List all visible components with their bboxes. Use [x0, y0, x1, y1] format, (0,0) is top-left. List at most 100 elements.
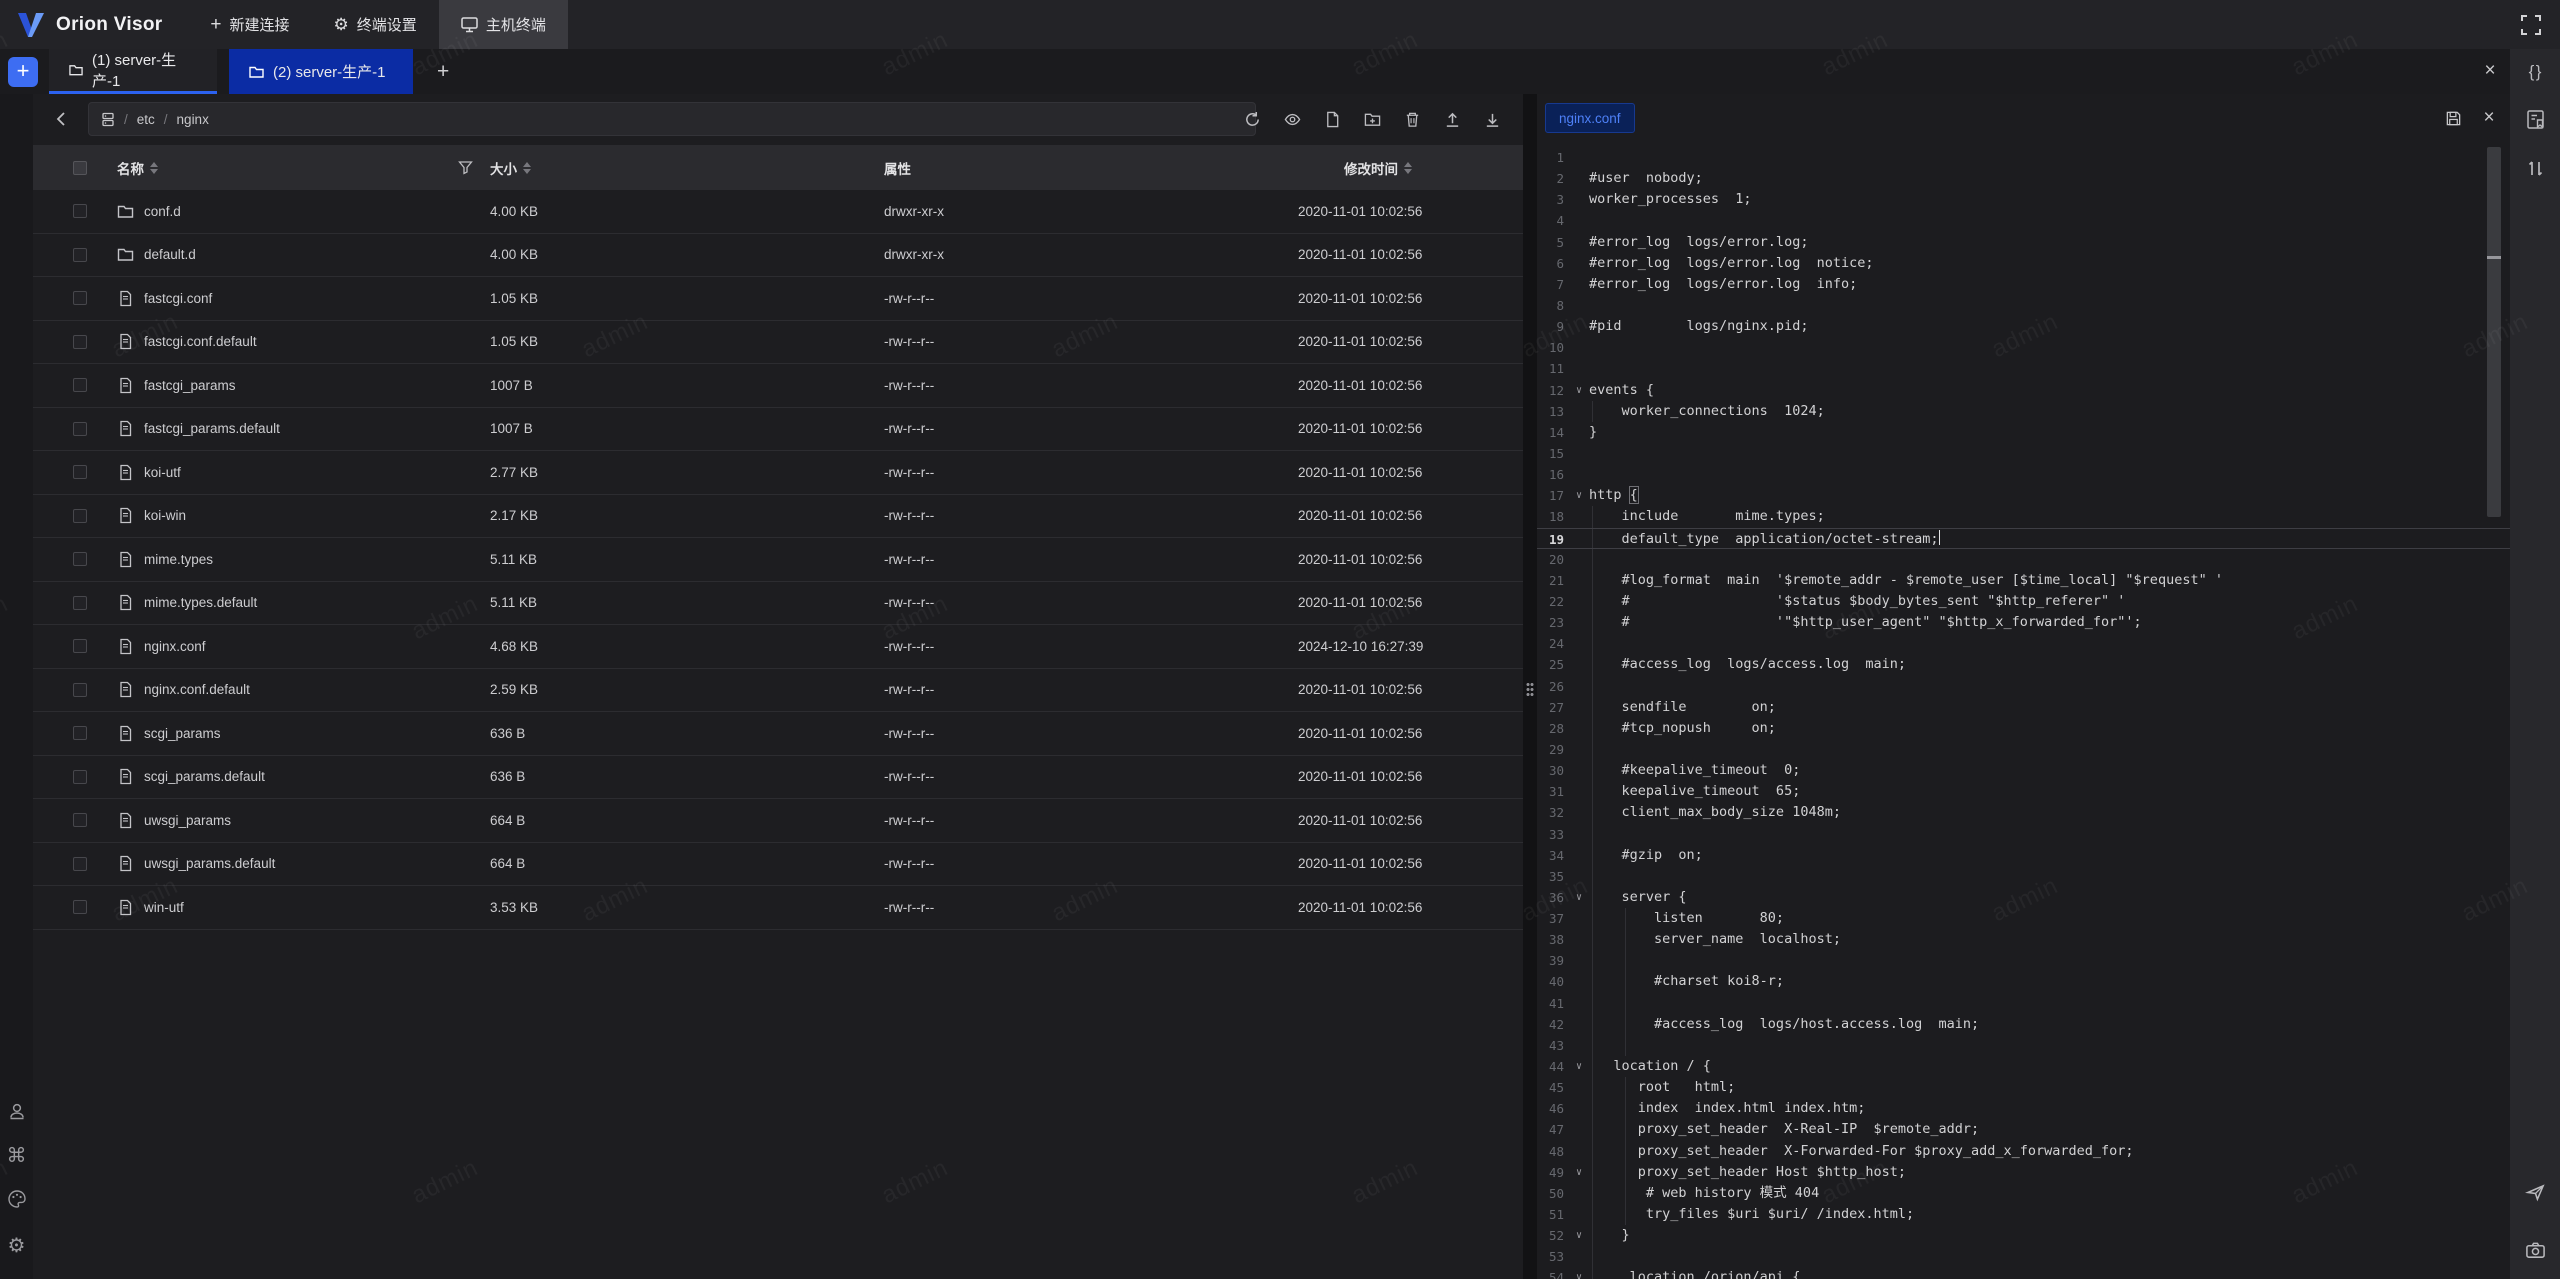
fold-chevron-icon[interactable]: ∨	[1569, 1162, 1589, 1183]
file-name[interactable]: uwsgi_params.default	[144, 856, 275, 871]
row-checkbox[interactable]	[73, 770, 87, 784]
code-line[interactable]: 9#pid logs/nginx.pid;	[1537, 316, 2510, 337]
code-line[interactable]: 30 #keepalive_timeout 0;	[1537, 760, 2510, 781]
code-line[interactable]: 42 #access_log logs/host.access.log main…	[1537, 1014, 2510, 1035]
table-row[interactable]: koi-utf2.77 KB-rw-r--r--2020-11-01 10:02…	[33, 451, 1523, 495]
table-row[interactable]: scgi_params636 B-rw-r--r--2020-11-01 10:…	[33, 712, 1523, 756]
code-line[interactable]: 1	[1537, 147, 2510, 168]
code-line[interactable]: 32 client_max_body_size 1048m;	[1537, 802, 2510, 823]
file-name[interactable]: mime.types.default	[144, 595, 257, 610]
table-row[interactable]: fastcgi_params1007 B-rw-r--r--2020-11-01…	[33, 364, 1523, 408]
breadcrumb-segment-etc[interactable]: etc	[137, 112, 155, 127]
code-line[interactable]: 45 root html;	[1537, 1077, 2510, 1098]
row-checkbox[interactable]	[73, 335, 87, 349]
row-checkbox[interactable]	[73, 900, 87, 914]
sort-transfer-icon[interactable]	[2510, 150, 2560, 186]
code-line[interactable]: 17∨http {	[1537, 485, 2510, 506]
file-name[interactable]: scgi_params	[144, 726, 221, 741]
fold-chevron-icon[interactable]: ∨	[1569, 1225, 1589, 1246]
code-line[interactable]: 22 # '$status $body_bytes_sent "$http_re…	[1537, 591, 2510, 612]
code-line[interactable]: 5#error_log logs/error.log;	[1537, 232, 2510, 253]
code-line[interactable]: 44∨ location / {	[1537, 1056, 2510, 1077]
column-header-size[interactable]: 大小	[490, 145, 531, 190]
code-line[interactable]: 18 include mime.types;	[1537, 506, 2510, 527]
file-name[interactable]: nginx.conf	[144, 639, 206, 654]
code-line[interactable]: 7#error_log logs/error.log info;	[1537, 274, 2510, 295]
add-tab-button[interactable]: +	[8, 57, 38, 87]
breadcrumb-segment-nginx[interactable]: nginx	[177, 112, 209, 127]
file-name[interactable]: fastcgi_params	[144, 378, 236, 393]
code-line[interactable]: 10	[1537, 337, 2510, 358]
fullscreen-icon[interactable]	[2520, 14, 2542, 36]
new-file-icon[interactable]	[1323, 110, 1341, 128]
save-icon[interactable]	[2444, 109, 2462, 127]
file-name[interactable]: win-utf	[144, 900, 184, 915]
code-line[interactable]: 53	[1537, 1246, 2510, 1267]
table-row[interactable]: mime.types.default5.11 KB-rw-r--r--2020-…	[33, 582, 1523, 626]
code-line[interactable]: 13 worker_connections 1024;	[1537, 401, 2510, 422]
row-checkbox[interactable]	[73, 465, 87, 479]
row-checkbox[interactable]	[73, 378, 87, 392]
table-row[interactable]: nginx.conf4.68 KB-rw-r--r--2024-12-10 16…	[33, 625, 1523, 669]
table-row[interactable]: conf.d4.00 KBdrwxr-xr-x2020-11-01 10:02:…	[33, 190, 1523, 234]
path-breadcrumb[interactable]: / etc / nginx	[88, 102, 1256, 136]
sort-icon[interactable]	[150, 162, 158, 174]
row-checkbox[interactable]	[73, 813, 87, 827]
code-line[interactable]: 19 default_type application/octet-stream…	[1537, 528, 2510, 549]
row-checkbox[interactable]	[73, 509, 87, 523]
fold-chevron-icon[interactable]: ∨	[1569, 485, 1589, 506]
table-row[interactable]: default.d4.00 KBdrwxr-xr-x2020-11-01 10:…	[33, 234, 1523, 278]
file-name[interactable]: fastcgi.conf	[144, 291, 212, 306]
settings-gear-icon[interactable]: ⚙	[0, 1228, 33, 1262]
code-line[interactable]: 8	[1537, 295, 2510, 316]
table-row[interactable]: scgi_params.default636 B-rw-r--r--2020-1…	[33, 756, 1523, 800]
sort-icon[interactable]	[1404, 162, 1412, 174]
code-line[interactable]: 15	[1537, 443, 2510, 464]
file-name[interactable]: mime.types	[144, 552, 213, 567]
column-header-mtime[interactable]: 修改时间	[1344, 145, 1412, 190]
table-row[interactable]: mime.types5.11 KB-rw-r--r--2020-11-01 10…	[33, 538, 1523, 582]
code-line[interactable]: 16	[1537, 464, 2510, 485]
code-line[interactable]: 11	[1537, 358, 2510, 379]
row-checkbox[interactable]	[73, 596, 87, 610]
tab-server-1[interactable]: (1) server-生产-1	[49, 49, 217, 94]
file-name[interactable]: default.d	[144, 247, 196, 262]
column-header-name[interactable]: 名称	[117, 145, 158, 190]
fold-chevron-icon[interactable]: ∨	[1569, 380, 1589, 401]
file-name[interactable]: koi-win	[144, 508, 186, 523]
file-name[interactable]: fastcgi.conf.default	[144, 334, 257, 349]
filter-icon[interactable]	[458, 145, 473, 190]
code-line[interactable]: 31 keepalive_timeout 65;	[1537, 781, 2510, 802]
row-checkbox[interactable]	[73, 639, 87, 653]
file-name[interactable]: uwsgi_params	[144, 813, 231, 828]
row-checkbox[interactable]	[73, 683, 87, 697]
select-all-checkbox[interactable]	[73, 161, 87, 175]
new-tab-button[interactable]: +	[425, 49, 461, 94]
code-line[interactable]: 2#user nobody;	[1537, 168, 2510, 189]
table-row[interactable]: fastcgi.conf1.05 KB-rw-r--r--2020-11-01 …	[33, 277, 1523, 321]
upload-icon[interactable]	[1443, 110, 1461, 128]
tab-server-2-active[interactable]: (2) server-生产-1	[229, 49, 413, 94]
code-line[interactable]: 12∨events {	[1537, 380, 2510, 401]
code-line[interactable]: 50 # web history 模式 404	[1537, 1183, 2510, 1204]
code-line[interactable]: 48 proxy_set_header X-Forwarded-For $pro…	[1537, 1141, 2510, 1162]
code-line[interactable]: 21 #log_format main '$remote_addr - $rem…	[1537, 570, 2510, 591]
table-row[interactable]: fastcgi.conf.default1.05 KB-rw-r--r--202…	[33, 321, 1523, 365]
table-row[interactable]: uwsgi_params664 B-rw-r--r--2020-11-01 10…	[33, 799, 1523, 843]
download-icon[interactable]	[1483, 110, 1501, 128]
code-line[interactable]: 36∨ server {	[1537, 887, 2510, 908]
file-name[interactable]: conf.d	[144, 204, 181, 219]
table-row[interactable]: win-utf3.53 KB-rw-r--r--2020-11-01 10:02…	[33, 886, 1523, 930]
code-line[interactable]: 51 try_files $uri $uri/ /index.html;	[1537, 1204, 2510, 1225]
table-row[interactable]: uwsgi_params.default664 B-rw-r--r--2020-…	[33, 843, 1523, 887]
close-editor-icon[interactable]: ×	[2480, 109, 2498, 127]
menu-new-connection[interactable]: + 新建连接	[188, 0, 311, 49]
fold-chevron-icon[interactable]: ∨	[1569, 1267, 1589, 1279]
code-line[interactable]: 46 index index.html index.htm;	[1537, 1098, 2510, 1119]
menu-terminal-settings[interactable]: ⚙ 终端设置	[312, 0, 439, 49]
braces-json-icon[interactable]: { }	[2510, 54, 2560, 90]
code-line[interactable]: 3worker_processes 1;	[1537, 189, 2510, 210]
user-icon[interactable]	[0, 1094, 33, 1128]
screenshot-camera-icon[interactable]	[2510, 1232, 2560, 1268]
row-checkbox[interactable]	[73, 726, 87, 740]
